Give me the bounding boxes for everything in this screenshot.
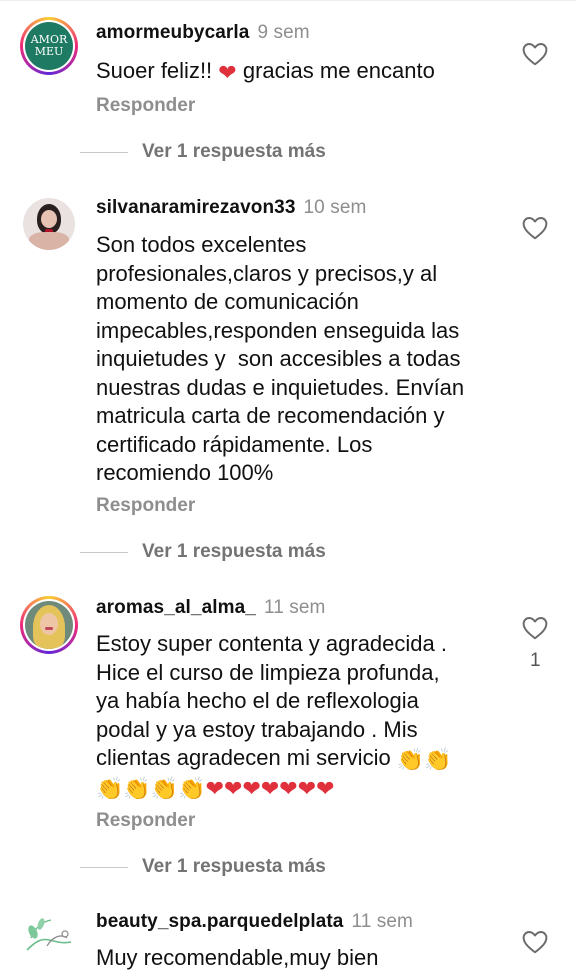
- comment-header: amormeubycarla 9 sem: [96, 22, 310, 44]
- divider-line: [80, 551, 128, 553]
- spa-logo-icon: [26, 918, 72, 951]
- comment-text: Son todos excelentes profesionales,claro…: [96, 232, 465, 485]
- heart-outline-icon[interactable]: [522, 42, 548, 66]
- comment-text: Suoer feliz!! ❤ gracias me encanto: [96, 58, 435, 85]
- reply-button[interactable]: Responder: [96, 95, 195, 117]
- reply-button[interactable]: Responder: [96, 810, 195, 832]
- view-replies-button[interactable]: Ver 1 respuesta más: [80, 541, 326, 563]
- comment-header: beauty_spa.parquedelplata 11 sem: [96, 911, 413, 933]
- avatar[interactable]: [20, 596, 78, 654]
- heart-outline-icon[interactable]: [522, 930, 548, 954]
- heart-outline-icon[interactable]: [522, 616, 548, 640]
- avatar[interactable]: AMOR MEU: [20, 17, 78, 75]
- avatar[interactable]: [20, 906, 78, 964]
- comment-header: silvanaramirezavon33 10 sem: [96, 197, 366, 219]
- divider-line: [80, 866, 128, 868]
- reply-button[interactable]: Responder: [96, 495, 195, 517]
- username[interactable]: amormeubycarla: [96, 22, 249, 43]
- top-divider: [0, 0, 576, 6]
- timestamp: 10 sem: [303, 197, 367, 218]
- username[interactable]: silvanaramirezavon33: [96, 197, 296, 218]
- comment-text: Estoy super contenta y agradecida . Hice…: [96, 631, 452, 801]
- view-replies-label: Ver 1 respuesta más: [142, 856, 326, 877]
- view-replies-button[interactable]: Ver 1 respuesta más: [80, 141, 326, 163]
- emoji-line: 👏👏👏👏❤❤❤❤❤❤❤: [96, 775, 335, 801]
- timestamp: 9 sem: [257, 22, 310, 43]
- avatar[interactable]: [20, 195, 78, 253]
- view-replies-button[interactable]: Ver 1 respuesta más: [80, 856, 326, 878]
- view-replies-label: Ver 1 respuesta más: [142, 141, 326, 162]
- divider-line: [80, 151, 128, 153]
- username[interactable]: aromas_al_alma_: [96, 597, 256, 618]
- heart-outline-icon[interactable]: [522, 216, 548, 240]
- clapping-hands-emoji: 👏👏: [396, 747, 452, 772]
- avatar-logo-text-bottom: MEU: [34, 45, 64, 58]
- comment-text: Muy recomendable,muy bien: [96, 945, 379, 970]
- red-heart-emoji: ❤: [218, 60, 237, 85]
- comment-header: aromas_al_alma_ 11 sem: [96, 597, 325, 619]
- like-count: 1: [530, 650, 541, 671]
- view-replies-label: Ver 1 respuesta más: [142, 541, 326, 562]
- timestamp: 11 sem: [263, 597, 326, 618]
- username[interactable]: beauty_spa.parquedelplata: [96, 911, 343, 932]
- timestamp: 11 sem: [351, 911, 413, 932]
